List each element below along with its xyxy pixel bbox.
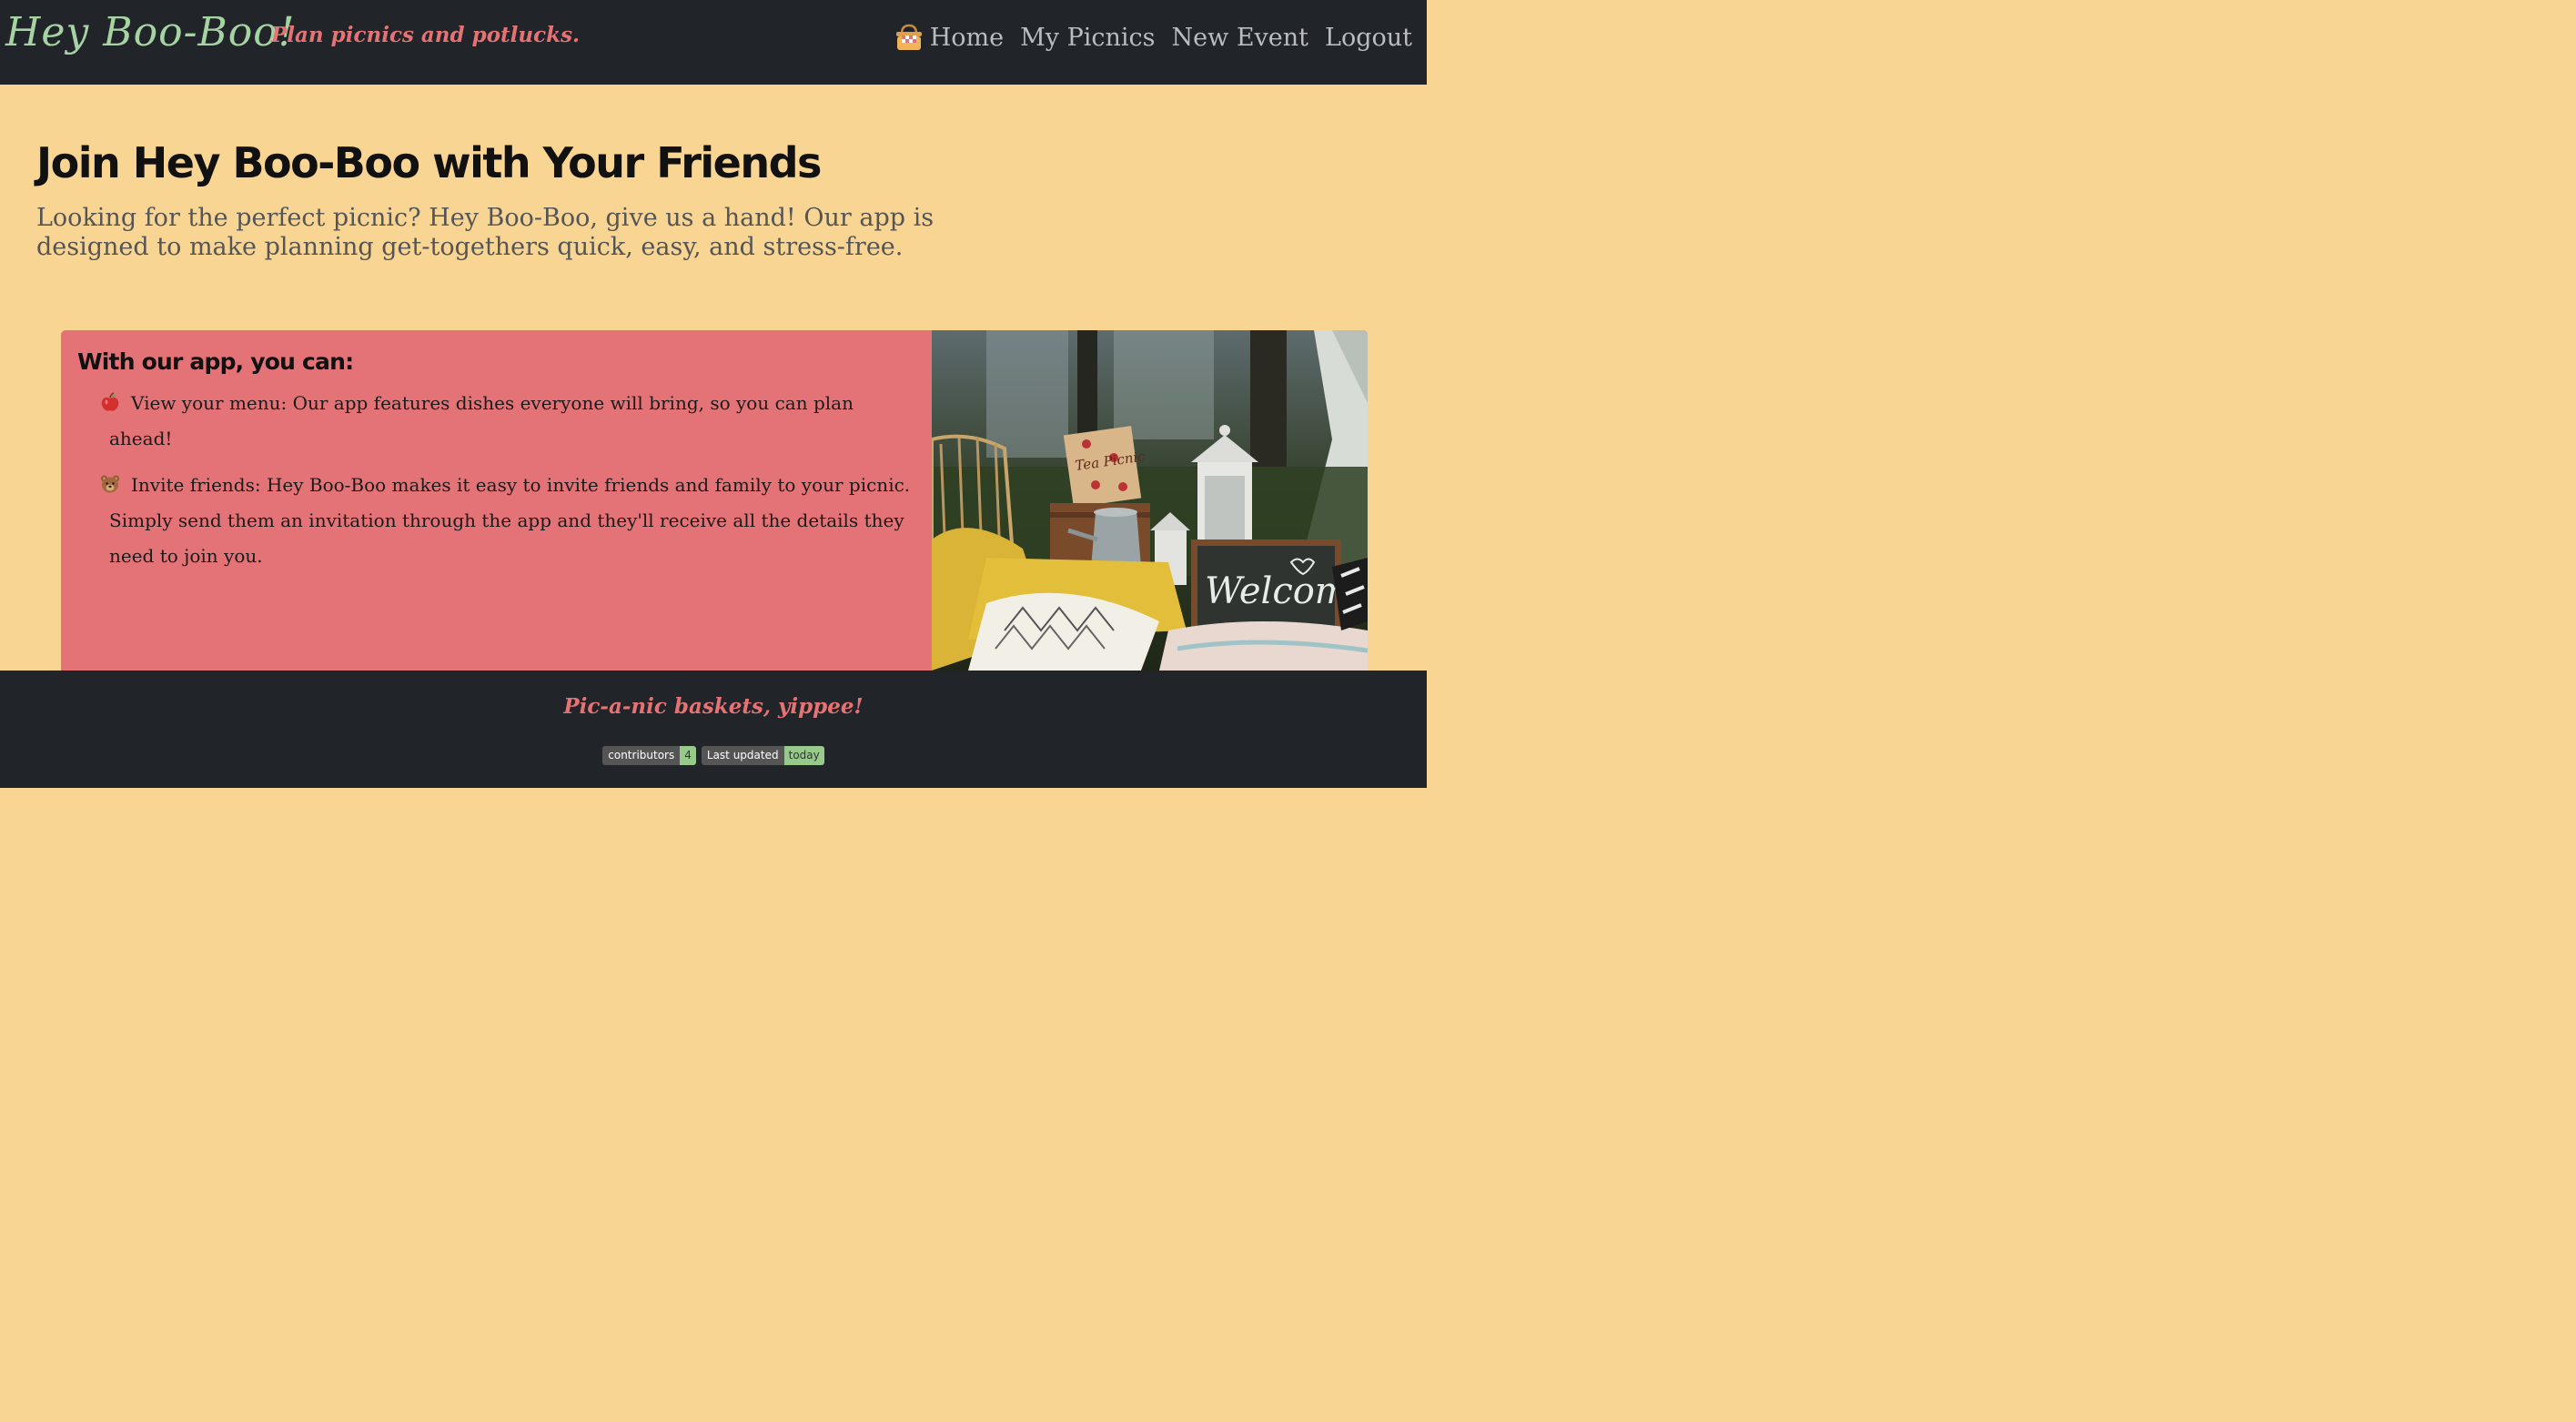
brand-tagline: Plan picnics and potlucks. [271, 23, 581, 47]
features-title: With our app, you can: [77, 348, 354, 375]
brand-logo[interactable]: Hey Boo-Boo! [5, 9, 295, 55]
contributors-badge-value: 4 [680, 746, 696, 765]
footer-badges: contributors 4 Last updated today [0, 746, 1427, 765]
contributors-badge[interactable]: contributors 4 [602, 746, 696, 765]
feature-text-menu: View your menu: Our app features dishes … [109, 392, 854, 449]
nav-link-home[interactable]: Home [930, 24, 1004, 52]
last-updated-badge-label: Last updated [701, 746, 784, 765]
picnic-photo: Tea Picnic Welcome [930, 330, 1368, 671]
feature-item-menu: View your menu: Our app features dishes … [77, 386, 915, 457]
footer: Pic-a-nic baskets, yippee! contributors … [0, 671, 1427, 788]
feature-text-invite: Invite friends: Hey Boo-Boo makes it eas… [109, 474, 911, 567]
navbar: Hey Boo-Boo! Plan picnics and potlucks. … [0, 0, 1427, 85]
hero-title: Join Hey Boo-Boo with Your Friends [36, 138, 822, 187]
hero-lead: Looking for the perfect picnic? Hey Boo-… [36, 204, 934, 261]
apple-icon [101, 392, 119, 411]
bear-icon [101, 475, 119, 493]
nav-links: Home My Picnics New Event Logout [894, 22, 1412, 53]
nav-link-logout[interactable]: Logout [1325, 24, 1412, 52]
picnic-photo-illustration: Tea Picnic Welcome [930, 330, 1368, 671]
contributors-badge-label: contributors [602, 746, 681, 765]
features-card-body: With our app, you can: View your menu: O… [61, 330, 932, 671]
nav-link-my-picnics[interactable]: My Picnics [1020, 24, 1155, 52]
last-updated-badge[interactable]: Last updated today [701, 746, 824, 765]
nav-link-new-event[interactable]: New Event [1172, 24, 1308, 52]
picnic-basket-icon [895, 24, 922, 50]
last-updated-badge-value: today [783, 746, 824, 765]
footer-text: Pic-a-nic baskets, yippee! [563, 694, 864, 719]
features-card: With our app, you can: View your menu: O… [61, 330, 1368, 671]
feature-item-invite: Invite friends: Hey Boo-Boo makes it eas… [77, 468, 915, 574]
